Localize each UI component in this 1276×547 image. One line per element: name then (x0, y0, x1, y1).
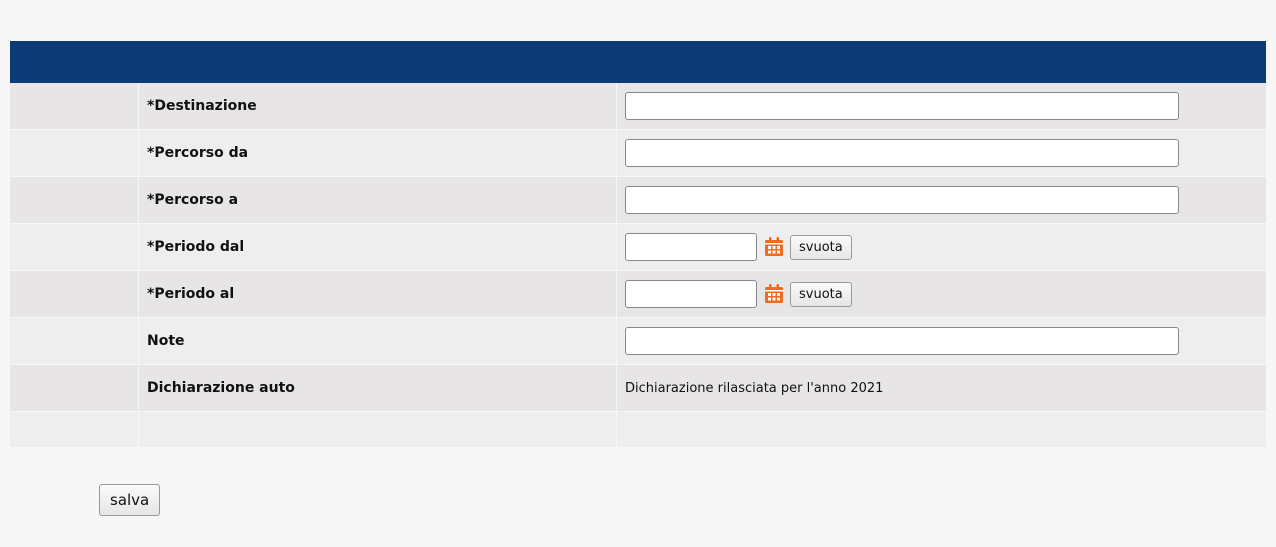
calendar-icon[interactable] (763, 236, 785, 258)
periodo-al-input[interactable] (625, 280, 757, 308)
form-row-note: Note (10, 318, 1266, 365)
form-row-destinazione: *Destinazione (10, 83, 1266, 130)
svuota-button[interactable]: svuota (790, 281, 852, 307)
percorso-a-input[interactable] (625, 186, 1179, 214)
save-button[interactable]: salva (99, 484, 161, 516)
calendar-icon[interactable] (763, 283, 785, 305)
page: *Destinazione *Percorso da *Percorso a *… (0, 0, 1276, 547)
dichiarazione-text: Dichiarazione rilasciata per l'anno 2021 (625, 380, 884, 396)
field-label: *Destinazione (139, 83, 617, 129)
svuota-button[interactable]: svuota (790, 234, 852, 260)
field-label: Dichiarazione auto (139, 365, 617, 411)
form-row-periodo-al: *Periodo al svuota (10, 271, 1266, 318)
form-row-dichiarazione-auto: Dichiarazione auto Dichiarazione rilasci… (10, 365, 1266, 412)
percorso-da-input[interactable] (625, 139, 1179, 167)
form-table: *Destinazione *Percorso da *Percorso a *… (10, 83, 1266, 448)
form-row-percorso-a: *Percorso a (10, 177, 1266, 224)
destinazione-input[interactable] (625, 92, 1179, 120)
form-row-percorso-da: *Percorso da (10, 130, 1266, 177)
form-row-empty (10, 412, 1266, 448)
field-label: *Periodo al (139, 271, 617, 317)
form-row-periodo-dal: *Periodo dal svuota (10, 224, 1266, 271)
note-input[interactable] (625, 327, 1179, 355)
field-label: *Percorso a (139, 177, 617, 223)
field-label: Note (139, 318, 617, 364)
periodo-dal-input[interactable] (625, 233, 757, 261)
field-label: *Periodo dal (139, 224, 617, 270)
header-bar (10, 41, 1266, 83)
field-label: *Percorso da (139, 130, 617, 176)
